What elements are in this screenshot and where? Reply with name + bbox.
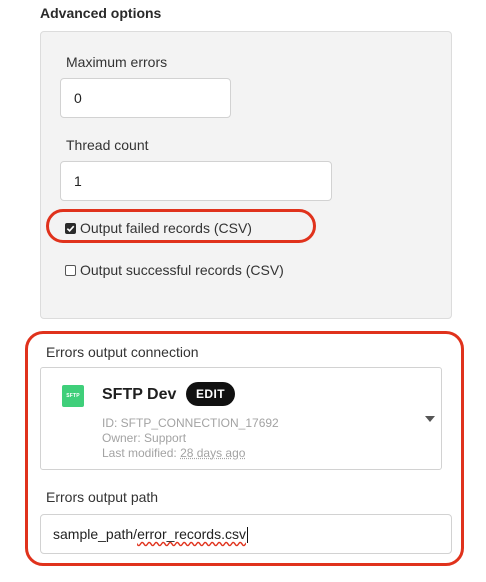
advanced-options-title: Advanced options xyxy=(40,5,162,21)
thread-count-label: Thread count xyxy=(66,137,149,153)
last-modified-value: 28 days ago xyxy=(180,446,246,460)
output-successful-records-label: Output successful records (CSV) xyxy=(80,262,284,278)
errors-output-path-label: Errors output path xyxy=(46,489,159,505)
edit-connection-button[interactable]: EDIT xyxy=(186,382,235,406)
text-cursor xyxy=(246,527,248,544)
path-value-filename: error_records.csv xyxy=(137,526,246,542)
output-failed-records-checkbox[interactable]: Output failed records (CSV) xyxy=(65,220,252,236)
connection-id: ID: SFTP_CONNECTION_17692 xyxy=(102,416,279,430)
connection-name: SFTP Dev xyxy=(102,386,177,403)
path-value-prefix: sample_path/ xyxy=(53,526,138,542)
last-modified-prefix: Last modified: xyxy=(102,446,177,460)
errors-output-path-input[interactable]: sample_path/error_records.csv xyxy=(40,514,452,554)
advanced-options-panel: Maximum errors 0 Thread count 1 Output f… xyxy=(40,31,452,319)
errors-output-connection-select[interactable]: SFTP SFTP Dev EDIT ID: SFTP_CONNECTION_1… xyxy=(40,367,442,470)
maximum-errors-label: Maximum errors xyxy=(66,54,168,70)
errors-output-connection-label: Errors output connection xyxy=(46,344,199,360)
thread-count-input[interactable]: 1 xyxy=(60,161,332,201)
chevron-down-icon[interactable] xyxy=(425,415,435,423)
maximum-errors-input[interactable]: 0 xyxy=(60,78,231,118)
connection-owner: Owner: Support xyxy=(102,431,187,445)
connection-last-modified: Last modified: 28 days ago xyxy=(102,446,245,460)
output-successful-records-checkbox[interactable]: Output successful records (CSV) xyxy=(65,262,284,278)
checkbox-checked-icon[interactable] xyxy=(65,222,76,234)
sftp-logo-icon: SFTP xyxy=(62,385,84,407)
checkbox-unchecked-icon[interactable] xyxy=(65,264,76,276)
output-failed-records-label: Output failed records (CSV) xyxy=(80,220,252,236)
